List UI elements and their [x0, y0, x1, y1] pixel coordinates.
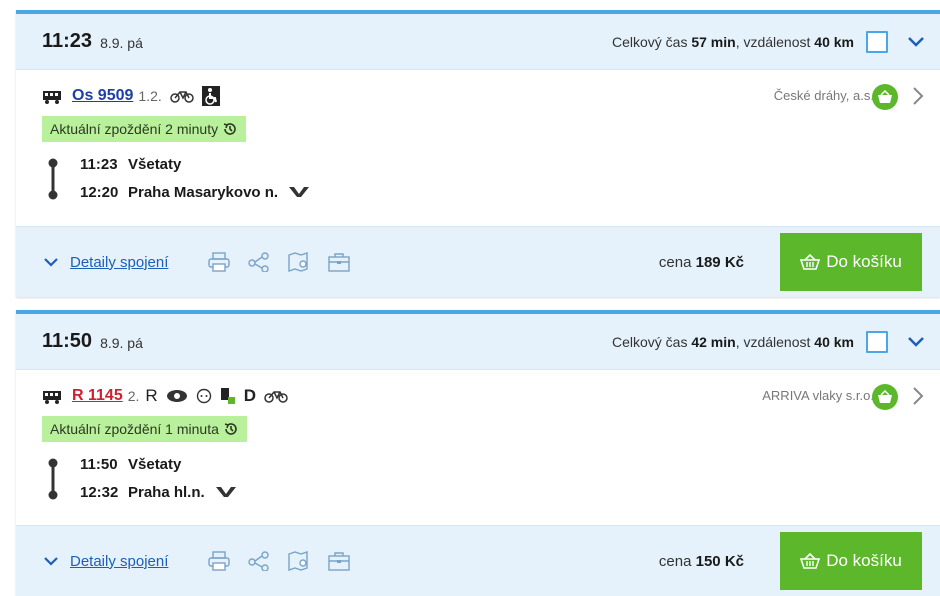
- price-value: 189 Kč: [695, 253, 744, 271]
- train-classes: 1.2.: [138, 88, 162, 104]
- details-link[interactable]: Detaily spojení: [44, 254, 168, 271]
- add-to-cart-button[interactable]: Do košíku: [780, 532, 922, 590]
- history-icon: [224, 423, 237, 435]
- train-number-link[interactable]: R 1145: [72, 387, 123, 405]
- train-category-d: D: [243, 386, 256, 405]
- train-category: R: [145, 386, 158, 405]
- stop-row: 11:50 Všetaty: [80, 455, 182, 473]
- basket-icon[interactable]: [872, 384, 898, 410]
- chevron-down-icon[interactable]: [906, 332, 926, 352]
- carrier-name: ARRIVA vlaky s.r.o.: [762, 388, 874, 403]
- select-checkbox[interactable]: [866, 30, 888, 53]
- tool-icons: [208, 252, 351, 272]
- departure-time: 11:23: [42, 30, 93, 52]
- select-checkbox[interactable]: [866, 330, 888, 353]
- chevron-down-icon: [44, 556, 58, 566]
- chevron-down-icon: [44, 257, 58, 267]
- total-duration: 57 min: [691, 33, 736, 50]
- connection-footer: Detaily spojení cena 189 Kč Do košíku: [16, 226, 940, 297]
- briefcase-icon[interactable]: [328, 551, 351, 571]
- train-classes: 2.: [127, 388, 140, 404]
- price-value: 150 Kč: [695, 552, 744, 570]
- chevron-down-icon[interactable]: [906, 32, 926, 52]
- stop-name: Všetaty: [128, 155, 182, 173]
- stop-name: Praha hl.n.: [128, 483, 205, 501]
- stops-list: 11:23 Všetaty 12:20 Praha Masarykovo n.: [42, 150, 926, 206]
- connection-header: 11:23 8.9. pá Celkový čas 57 min, vzdále…: [16, 14, 940, 70]
- stops-list: 11:50 Všetaty 12:32 Praha hl.n.: [42, 450, 926, 506]
- delay-badge: Aktuální zpoždění 1 minuta: [42, 416, 247, 442]
- stop-row: 12:20 Praha Masarykovo n.: [80, 178, 926, 206]
- delay-text: Aktuální zpoždění 2 minuty: [50, 121, 219, 137]
- details-link[interactable]: Detaily spojení: [44, 553, 168, 570]
- train-number-link[interactable]: Os 9509: [72, 87, 133, 105]
- basket-icon[interactable]: [872, 84, 898, 110]
- total-distance: 40 km: [814, 33, 854, 50]
- map-icon[interactable]: [288, 252, 310, 272]
- stop-row: 12:32 Praha hl.n.: [80, 478, 926, 506]
- stop-name: Všetaty: [128, 455, 182, 473]
- connection-card: 11:50 8.9. pá Celkový čas 42 min, vzdále…: [16, 310, 940, 596]
- bicycle-icon: [170, 89, 194, 103]
- map-icon[interactable]: [288, 551, 310, 571]
- departure-date: 8.9. pá: [100, 34, 143, 51]
- departure-time: 11:50: [42, 330, 93, 352]
- chevron-right-icon[interactable]: [912, 386, 924, 411]
- route-line: [48, 158, 58, 200]
- metro-icon: [215, 487, 236, 497]
- basket-icon: [800, 254, 821, 270]
- price: cena 189 Kč: [658, 253, 744, 271]
- carrier-name: České dráhy, a.s.: [773, 88, 874, 103]
- bicycle-icon: [264, 389, 288, 403]
- connection-body: Os 9509 1.2. České dráhy, a.s. Aktuální …: [16, 70, 940, 230]
- price: cena 150 Kč: [658, 552, 744, 570]
- route-line: [48, 458, 58, 500]
- share-icon[interactable]: [248, 252, 270, 272]
- delay-text: Aktuální zpoždění 1 minuta: [50, 421, 219, 437]
- connection-footer: Detaily spojení cena 150 Kč Do košíku: [16, 525, 940, 596]
- stop-name: Praha Masarykovo n.: [128, 183, 279, 201]
- metro-icon: [289, 187, 310, 197]
- print-icon[interactable]: [208, 551, 231, 571]
- connection-header: 11:50 8.9. pá Celkový čas 42 min, vzdále…: [16, 314, 940, 370]
- briefcase-icon[interactable]: [328, 252, 351, 272]
- train-icon: [43, 391, 61, 404]
- history-icon: [223, 123, 236, 135]
- departure-date: 8.9. pá: [100, 334, 143, 351]
- delay-badge: Aktuální zpoždění 2 minuty: [42, 116, 247, 142]
- share-icon[interactable]: [248, 551, 270, 571]
- compass-icon: [196, 388, 212, 404]
- print-icon[interactable]: [208, 252, 231, 272]
- connection-body: R 1145 2. R D ARRIVA vlaky s.r.o. Aktuál…: [16, 370, 940, 530]
- train-icon: [43, 91, 61, 104]
- add-to-cart-button[interactable]: Do košíku: [780, 233, 922, 291]
- chevron-right-icon[interactable]: [912, 86, 924, 111]
- tool-icons: [208, 551, 351, 571]
- total-summary: Celkový čas 42 min, vzdálenost 40 km: [611, 333, 854, 350]
- total-duration: 42 min: [691, 333, 736, 350]
- connection-card: 11:23 8.9. pá Celkový čas 57 min, vzdále…: [16, 10, 940, 297]
- wheelchair-icon: [201, 86, 220, 106]
- total-summary: Celkový čas 57 min, vzdálenost 40 km: [611, 33, 854, 50]
- basket-icon: [800, 553, 821, 569]
- total-distance: 40 km: [814, 333, 854, 350]
- info-icon: [220, 387, 236, 405]
- stop-row: 11:23 Všetaty: [80, 155, 182, 173]
- refreshment-icon: [166, 389, 188, 403]
